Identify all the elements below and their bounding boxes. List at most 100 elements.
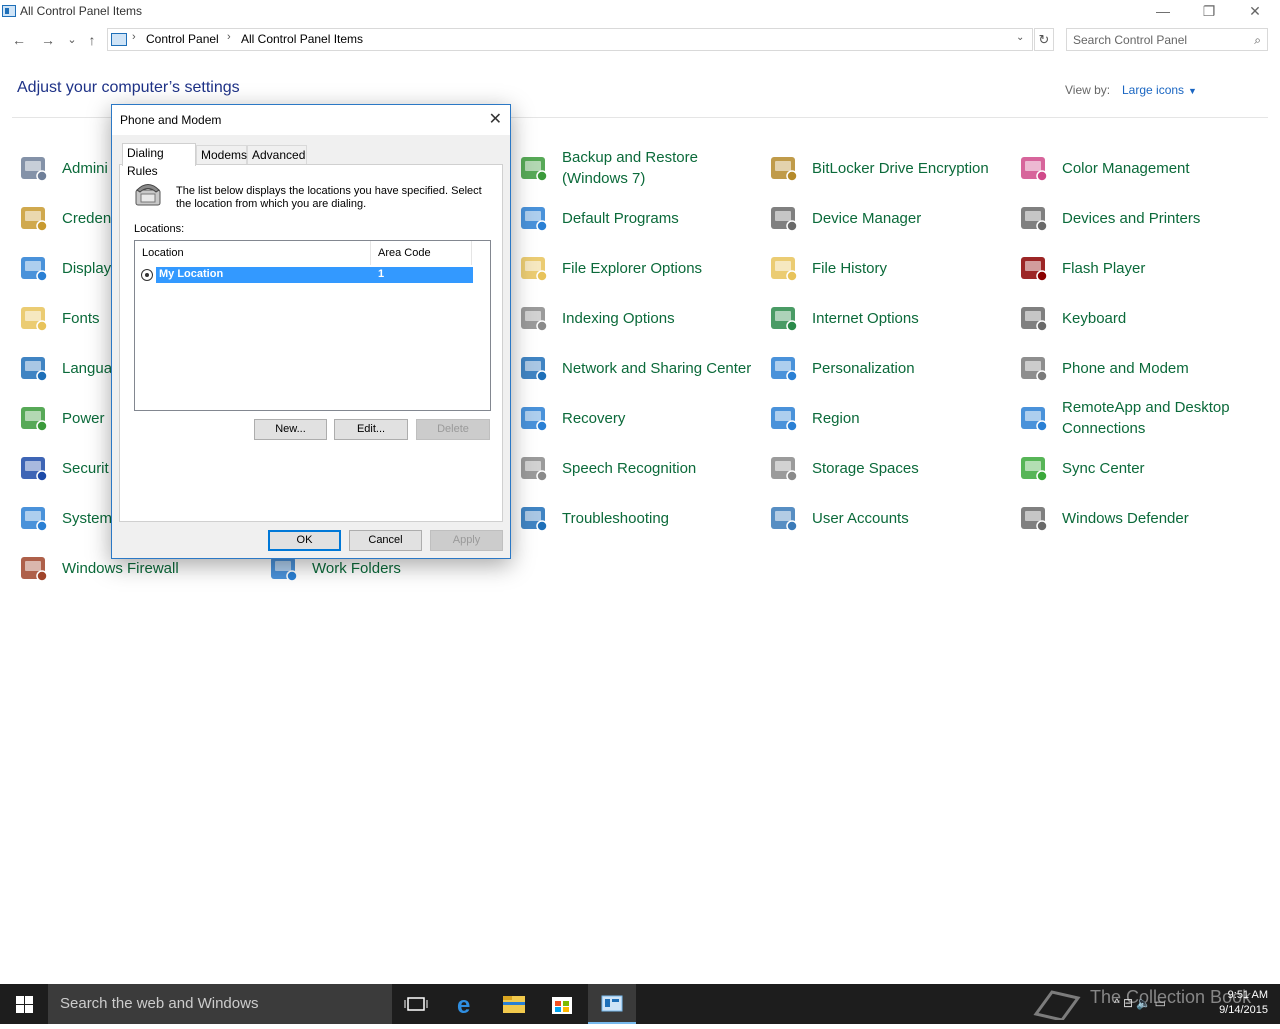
control-panel-item[interactable]: Keyboard xyxy=(1018,296,1263,340)
control-panel-item[interactable]: Device Manager xyxy=(768,196,1013,240)
start-button[interactable] xyxy=(0,984,48,1024)
control-panel-item[interactable]: Network and Sharing Center xyxy=(518,346,763,390)
store-button[interactable] xyxy=(538,984,586,1024)
control-panel-item[interactable]: Flash Player xyxy=(1018,246,1263,290)
phone-modem-dialog: Phone and Modem ✕ Dialing Rules Modems A… xyxy=(111,104,511,559)
control-panel-item-label: Windows Defender xyxy=(1062,509,1189,527)
breadcrumb-separator[interactable]: › xyxy=(132,31,136,43)
new-button[interactable]: New... xyxy=(254,419,327,440)
task-view-button[interactable] xyxy=(392,984,440,1024)
tab-modems[interactable]: Modems xyxy=(196,145,247,165)
control-panel-item[interactable]: Color Management xyxy=(1018,146,1263,190)
control-panel-item[interactable]: File History xyxy=(768,246,1013,290)
system-tray-icons[interactable]: ^ ⊟ 🔈 ▭ xyxy=(1114,996,1166,1010)
security-maintenance-icon xyxy=(18,452,50,484)
control-panel-item-label: File History xyxy=(812,259,888,277)
control-panel-item[interactable]: Recovery xyxy=(518,396,763,440)
apply-button[interactable]: Apply xyxy=(430,530,503,551)
search-input[interactable] xyxy=(1073,32,1243,48)
flash-player-icon xyxy=(1018,252,1050,284)
control-panel-taskbar-button[interactable] xyxy=(588,984,636,1024)
language-icon xyxy=(18,352,50,384)
control-panel-item[interactable]: Speech Recognition xyxy=(518,446,763,490)
dialog-close-icon[interactable]: ✕ xyxy=(489,109,502,129)
locations-label: Locations: xyxy=(134,223,185,235)
location-row[interactable]: My Location 1 xyxy=(141,267,473,283)
control-panel-item-label: Phone and Modem xyxy=(1062,359,1189,377)
refresh-button[interactable]: ↻ xyxy=(1034,28,1054,51)
control-panel-icon xyxy=(601,995,623,1012)
view-by-value: Large icons xyxy=(1122,83,1185,97)
control-panel-item-label: Flash Player xyxy=(1062,259,1146,277)
file-history-icon xyxy=(768,252,800,284)
edge-icon: e xyxy=(457,992,470,1019)
breadcrumb-separator[interactable]: › xyxy=(227,31,231,43)
remoteapp-icon xyxy=(1018,402,1050,434)
control-panel-item[interactable]: Default Programs xyxy=(518,196,763,240)
control-panel-item[interactable]: File Explorer Options xyxy=(518,246,763,290)
control-panel-item[interactable]: Backup and Restore (Windows 7) xyxy=(518,146,763,190)
control-panel-item[interactable]: BitLocker Drive Encryption xyxy=(768,146,1013,190)
restore-button[interactable]: ❐ xyxy=(1186,0,1232,24)
recovery-icon xyxy=(518,402,550,434)
control-panel-item[interactable]: Sync Center xyxy=(1018,446,1263,490)
windows-logo-icon xyxy=(25,996,33,1004)
tab-dialing-rules[interactable]: Dialing Rules xyxy=(122,143,196,178)
sync-center-icon xyxy=(1018,452,1050,484)
up-button[interactable]: ↑ xyxy=(82,30,102,50)
control-panel-item-label: Personalization xyxy=(812,359,915,377)
back-button[interactable]: ← xyxy=(9,30,29,50)
dialog-title-bar: Phone and Modem ✕ xyxy=(112,105,510,135)
control-panel-icon xyxy=(111,33,127,46)
address-dropdown-icon[interactable]: ⌄ xyxy=(1016,32,1024,43)
control-panel-item[interactable]: Personalization xyxy=(768,346,1013,390)
location-radio[interactable] xyxy=(141,269,153,281)
control-panel-item[interactable]: RemoteApp and Desktop Connections xyxy=(1018,396,1263,440)
breadcrumb-all-items[interactable]: All Control Panel Items xyxy=(241,32,363,46)
internet-options-icon xyxy=(768,302,800,334)
view-by-dropdown[interactable]: Large icons ▼ xyxy=(1122,83,1197,97)
control-panel-item[interactable]: Devices and Printers xyxy=(1018,196,1263,240)
control-panel-item-label: Device Manager xyxy=(812,209,922,227)
edit-button[interactable]: Edit... xyxy=(334,419,408,440)
control-panel-item[interactable]: Storage Spaces xyxy=(768,446,1013,490)
control-panel-item[interactable]: Region xyxy=(768,396,1013,440)
locations-list[interactable]: Location Area Code My Location 1 xyxy=(134,240,491,411)
file-explorer-button[interactable] xyxy=(490,984,538,1024)
windows-logo-icon xyxy=(25,1005,33,1013)
taskbar-search[interactable]: Search the web and Windows xyxy=(48,984,392,1024)
close-button[interactable]: ✕ xyxy=(1232,0,1278,24)
ok-button[interactable]: OK xyxy=(268,530,341,551)
control-panel-item[interactable]: User Accounts xyxy=(768,496,1013,540)
control-panel-item-label: Storage Spaces xyxy=(812,459,919,477)
control-panel-item-label: Color Management xyxy=(1062,159,1190,177)
search-box[interactable]: ⌕ xyxy=(1066,28,1268,51)
dialog-title: Phone and Modem xyxy=(120,113,222,127)
control-panel-item-label: Backup and Restore (Windows 7) xyxy=(562,149,698,187)
delete-button[interactable]: Delete xyxy=(416,419,490,440)
clock[interactable]: 9:51 AM 9/14/2015 xyxy=(1219,988,1268,1018)
edge-button[interactable]: e xyxy=(442,984,490,1024)
windows-defender-icon xyxy=(1018,502,1050,534)
indexing-options-icon xyxy=(518,302,550,334)
tab-advanced[interactable]: Advanced xyxy=(247,145,307,165)
control-panel-item-label: Devices and Printers xyxy=(1062,209,1201,227)
chevron-down-icon: ▼ xyxy=(1188,86,1197,96)
device-manager-icon xyxy=(768,202,800,234)
default-programs-icon xyxy=(518,202,550,234)
minimize-button[interactable]: — xyxy=(1140,0,1186,24)
phone-modem-icon xyxy=(1018,352,1050,384)
control-panel-item[interactable]: Indexing Options xyxy=(518,296,763,340)
cancel-button[interactable]: Cancel xyxy=(349,530,422,551)
breadcrumb-control-panel[interactable]: Control Panel xyxy=(146,32,219,46)
control-panel-item[interactable]: Internet Options xyxy=(768,296,1013,340)
recent-locations-button[interactable]: ⌄ xyxy=(62,30,82,50)
control-panel-item[interactable]: Windows Defender xyxy=(1018,496,1263,540)
column-header-area-code[interactable]: Area Code xyxy=(371,241,472,265)
forward-button[interactable]: → xyxy=(38,30,58,50)
control-panel-item[interactable]: Phone and Modem xyxy=(1018,346,1263,390)
control-panel-item[interactable]: Troubleshooting xyxy=(518,496,763,540)
column-header-location[interactable]: Location xyxy=(135,241,371,265)
address-bar[interactable]: › Control Panel › All Control Panel Item… xyxy=(107,28,1033,51)
region-icon xyxy=(768,402,800,434)
